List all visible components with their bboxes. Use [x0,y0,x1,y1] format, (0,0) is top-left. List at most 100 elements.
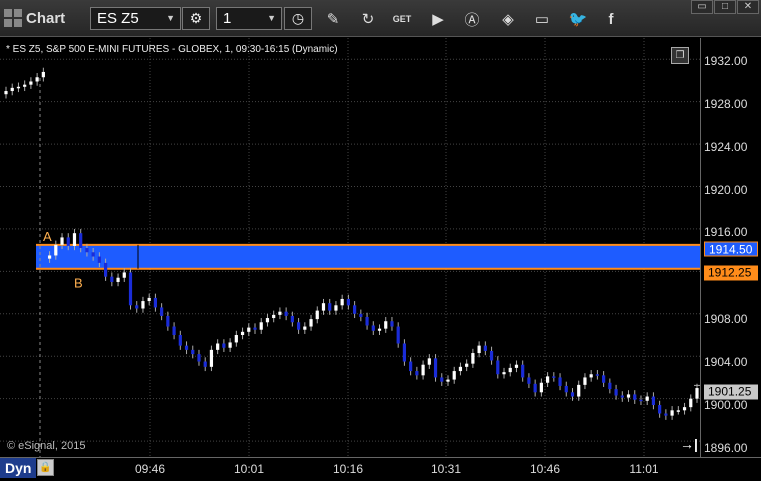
comment-icon[interactable]: ▭ [531,8,553,30]
restore-pane-icon[interactable]: ❐ [671,47,689,64]
facebook-icon[interactable]: f [600,8,622,30]
support-zone [36,244,700,269]
restore-window-icon[interactable]: ▭ [691,0,713,14]
maximize-window-icon[interactable]: □ [714,0,736,14]
candle-body [184,345,189,350]
candle-body [645,396,649,401]
refresh-icon[interactable]: ↻ [357,8,379,30]
candle-body [265,318,270,323]
candle-body [178,335,182,346]
candle-body [545,376,550,383]
candle-body [54,244,58,256]
candle-body [433,358,438,378]
interval-dropdown-icon[interactable]: ▼ [267,8,276,29]
candle-body [527,377,531,384]
chart-title-label: Chart [26,9,66,27]
candle-body [328,303,332,311]
interval-input[interactable]: 1 ▼ [216,7,282,30]
candle-body [253,327,257,330]
twitter-icon[interactable]: 🐦 [567,8,589,30]
candle-body [259,322,263,330]
candle-body [570,392,575,397]
candle-body [371,325,375,331]
candle-body [23,84,27,87]
candle-body [377,328,382,331]
candle-body [153,297,158,308]
candlestick-chart[interactable]: AB [0,38,700,457]
candle-body [315,310,319,320]
candle-body [614,389,618,396]
x-tick-label: 09:46 [134,462,166,476]
candle-body [135,305,139,309]
candle-body [514,364,519,368]
y-tick-label: 1920.00 [704,183,748,197]
jump-to-latest-icon[interactable]: →| [680,436,698,452]
candle-body [365,316,369,326]
alert-icon[interactable]: Ⓐ [461,8,483,30]
candle-body [577,384,581,397]
candle-body [483,345,487,351]
zone-upper-price-label: 1914.50 [704,241,758,257]
settings-gear-button[interactable]: ⚙ [182,7,210,30]
candle-body [47,255,52,259]
candle-body [589,374,593,378]
candle-body [502,372,506,375]
close-window-icon[interactable]: ✕ [737,0,759,14]
candle-body [402,343,407,362]
candle-body [695,388,699,399]
x-tick-label: 10:16 [332,462,364,476]
candle-body [508,367,512,373]
candle-body [384,321,388,329]
dynamic-lock-icon[interactable]: 🔒 [37,459,54,476]
copyright-label: © eSignal, 2015 [7,440,86,452]
candle-body [564,385,568,393]
zone-lower-price-label: 1912.25 [704,265,758,281]
candle-body [272,314,276,319]
chart-title: Chart [4,7,65,29]
pencil-icon[interactable]: ✎ [322,8,344,30]
candle-body [278,311,282,315]
zone-label-a: A [43,229,52,244]
y-tick-label: 1928.00 [704,97,748,111]
candle-body [533,383,537,393]
candle-body [340,298,344,306]
chart-grid-icon[interactable] [4,9,22,27]
zone-label-b: B [74,276,83,291]
candle-body [128,272,133,306]
candle-body [440,377,444,382]
candle-body [35,77,39,82]
play-icon[interactable]: ▶ [427,8,449,30]
diamond-icon[interactable]: ◈ [497,8,519,30]
y-tick-label: 1904.00 [704,355,748,369]
candle-body [72,233,77,246]
candle-body [91,252,95,257]
candle-body [521,364,525,378]
window-controls: ▭ □ ✕ [690,0,759,14]
settings-gear-icon: ⚙ [189,10,203,26]
candle-body [583,377,587,385]
candle-body [552,376,556,378]
symbol-input[interactable]: ES Z5 ▼ [90,7,181,30]
last-price-label: 1901.25 [704,384,758,400]
clock-icon: ◷ [291,10,305,26]
candle-body [147,297,151,302]
x-tick-label: 11:01 [629,462,659,476]
candle-body [346,298,350,306]
candle-body [303,326,307,330]
interval-value: 1 [223,10,232,27]
candle-body [290,315,294,323]
candle-body [465,363,469,367]
y-tick-label: 1932.00 [704,54,748,68]
y-tick-label: 1924.00 [704,140,748,154]
candle-body [97,256,101,263]
dynamic-mode-label[interactable]: Dyn [0,458,36,478]
symbol-dropdown-icon[interactable]: ▼ [166,8,175,29]
clock-button[interactable]: ◷ [284,7,312,30]
candle-body [66,237,70,246]
candle-body [60,237,64,245]
get-icon[interactable]: GET [391,8,413,30]
candle-body [141,301,145,309]
candle-body [633,394,637,400]
candle-body [4,91,8,95]
candle-body [309,319,313,327]
